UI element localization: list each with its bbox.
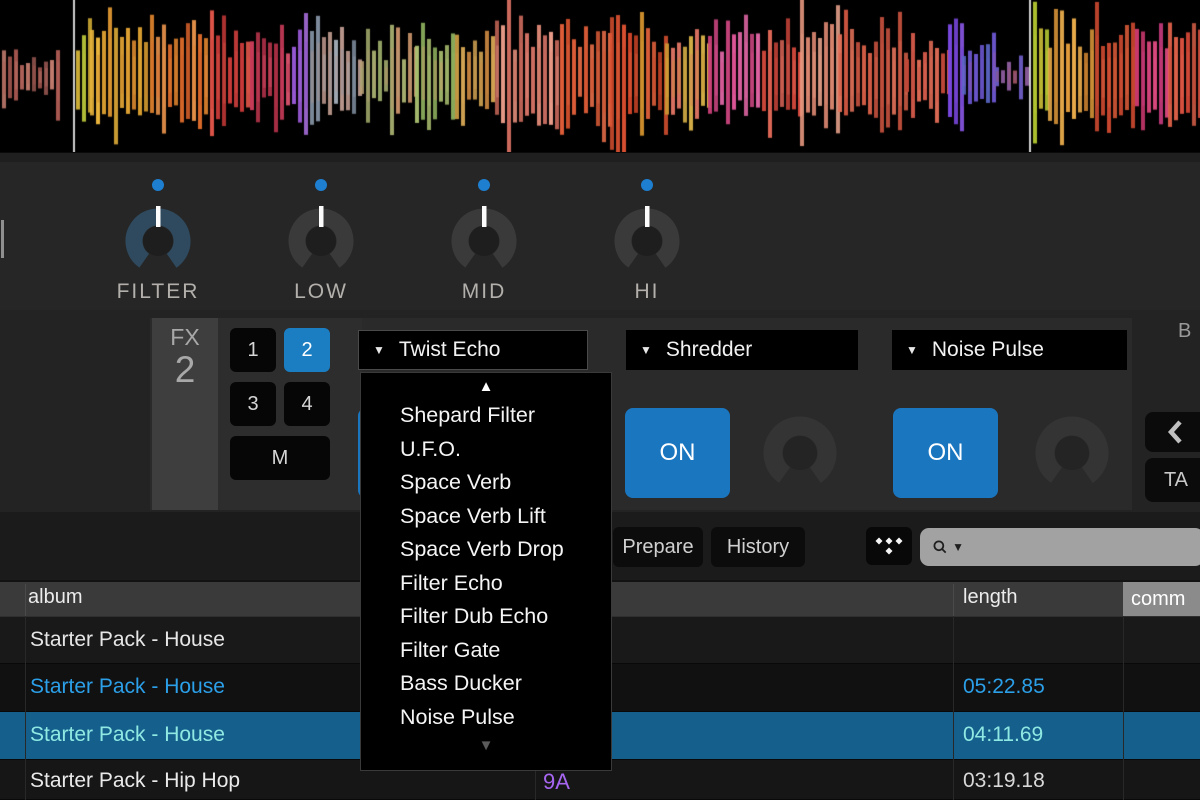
knob-indicator-dot [152,179,164,191]
dropdown-item[interactable]: Space Verb Lift [361,500,611,534]
dropdown-item[interactable]: Filter Gate [361,634,611,668]
fx-slot-3-button[interactable]: 3 [230,382,276,426]
chevron-left-icon [1166,418,1186,446]
knob-indicator-dot [315,179,327,191]
fx2-on-button[interactable]: ON [625,408,730,498]
filter-knob[interactable]: FILTER [98,162,218,310]
length-cell: 05:22.85 [963,675,1045,699]
low-knob[interactable]: LOW [261,162,381,310]
fx-slot-m-button[interactable]: M [230,436,330,480]
fx-label: FX [152,324,218,351]
column-separator [953,584,954,618]
prepare-button[interactable]: Prepare [613,527,703,567]
mid-knob[interactable]: MID [424,162,544,310]
dropdown-item[interactable]: U.F.O. [361,433,611,467]
caret-down-icon: ▼ [373,343,385,357]
comment-label: comm [1131,588,1185,611]
dropdown-item[interactable]: Space Verb [361,466,611,500]
fx2-effect-value: Shredder [666,338,752,362]
effect-dropdown-menu: ▲ Shepard Filter U.F.O. Space Verb Space… [360,372,612,771]
fx-slot-2-button[interactable]: 2 [284,328,330,372]
on-label: ON [660,439,696,467]
waveform-bottom-strip [0,152,1200,162]
fx2-effect-select[interactable]: ▼ Shredder [626,330,858,370]
search-input[interactable] [972,537,1200,558]
dropdown-item[interactable]: Bass Ducker [361,667,611,701]
fx2-depth-knob[interactable] [760,413,840,493]
column-header-length[interactable]: length [963,586,1018,609]
fx-unit-id: FX 2 [152,318,218,510]
knob-label: LOW [261,280,381,304]
search-caret-icon[interactable]: ▼ [952,540,964,554]
album-cell: Starter Pack - House [30,675,225,699]
track-waveform[interactable] [0,0,1200,152]
length-cell: 04:11.69 [963,723,1043,747]
knob-icon [120,203,196,279]
fx3-effect-value: Noise Pulse [932,338,1044,362]
serato-dj-screen: FILTER LOW MID [0,0,1200,800]
fx3-depth-knob[interactable] [1032,413,1112,493]
tap-tempo-button[interactable]: TA [1145,458,1200,502]
album-cell: Starter Pack - House [30,723,225,747]
column-separator [1123,616,1124,800]
beats-label-partial: B [1178,320,1191,343]
knob-icon [446,203,522,279]
caret-down-icon: ▼ [906,343,918,357]
fx1-effect-value: Twist Echo [399,338,501,362]
dropdown-item[interactable]: Shepard Filter [361,399,611,433]
tidal-source-button[interactable] [866,527,912,565]
fx-slot-4-button[interactable]: 4 [284,382,330,426]
search-box[interactable]: ▼ [920,528,1200,566]
knob-label: MID [424,280,544,304]
column-header-comment[interactable]: comm [1123,582,1200,616]
fx-unit-number: 2 [152,351,218,389]
length-cell: 03:19.18 [963,769,1045,793]
fx3-on-button[interactable]: ON [893,408,998,498]
knob-indicator-dot [478,179,490,191]
scroll-up-icon[interactable]: ▲ [361,373,611,399]
album-cell: Starter Pack - Hip Hop [30,769,240,793]
on-label: ON [928,439,964,467]
column-header-album[interactable]: album [28,586,82,609]
history-label: History [727,536,789,559]
key-cell: 9A [543,769,570,795]
tap-label-partial: TA [1164,469,1188,492]
history-button[interactable]: History [711,527,805,567]
fx1-effect-select[interactable]: ▼ Twist Echo [358,330,588,370]
beats-decrease-button[interactable] [1145,412,1200,452]
tidal-logo-icon [874,536,904,556]
knob-label: FILTER [98,280,218,304]
dropdown-item[interactable]: Noise Pulse [361,701,611,735]
hi-knob[interactable]: HI [587,162,707,310]
magnifier-icon [932,537,948,557]
knob-label: HI [587,280,707,304]
column-separator [25,616,26,800]
knob-indicator-dot [641,179,653,191]
knob-icon [609,203,685,279]
scroll-down-icon[interactable]: ▼ [361,734,611,760]
column-separator [25,584,26,618]
dropdown-item[interactable]: Space Verb Drop [361,533,611,567]
fx-slot-1-button[interactable]: 1 [230,328,276,372]
eq-section: FILTER LOW MID [0,162,1200,310]
fx-unit-panel: FX 2 1 2 3 4 M ON ▼ Twist Echo ▼ Shredde… [150,318,1132,510]
tempo-slider-tick[interactable] [1,220,4,258]
fx3-effect-select[interactable]: ▼ Noise Pulse [892,330,1127,370]
album-cell: Starter Pack - House [30,628,225,652]
knob-icon [283,203,359,279]
column-separator [953,616,954,800]
dropdown-item[interactable]: Filter Echo [361,567,611,601]
caret-down-icon: ▼ [640,343,652,357]
dropdown-item[interactable]: Filter Dub Echo [361,600,611,634]
prepare-label: Prepare [622,536,693,559]
